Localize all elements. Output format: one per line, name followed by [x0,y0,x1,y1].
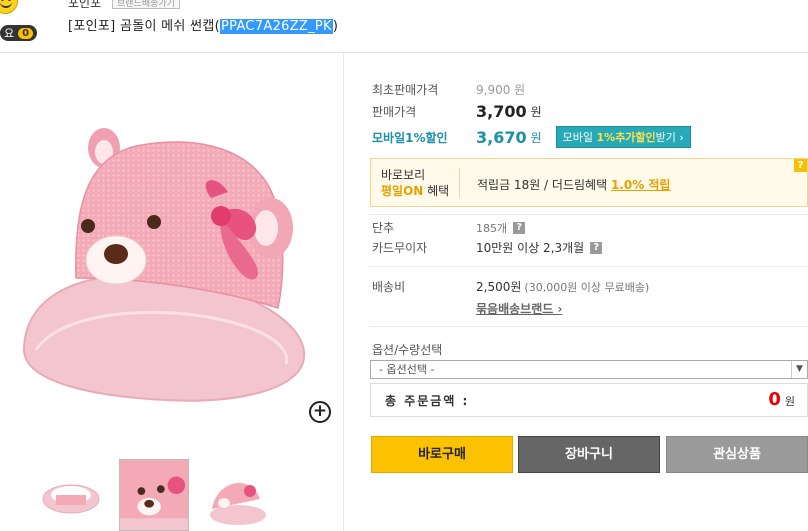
smile-icon [0,0,18,14]
unit-row: 단추 185개 ? [372,219,526,236]
shipping-label: 배송비 [372,280,406,294]
benefit-line2: 혜택 [423,184,450,198]
total-amount-box: 총 주문금액 : 0원 [370,383,808,417]
wishlist-button[interactable]: 관심상품 [666,436,808,473]
zoom-in-icon[interactable]: + [309,401,331,423]
shipping-value: 2,500원 [476,280,522,294]
unit-value: 185개 [476,221,508,235]
total-unit: 원 [784,395,795,408]
original-price-value: 9,900 원 [476,83,526,97]
benefit-separator [459,168,460,198]
smile-eye [8,0,11,1]
product-title-prefix: [포인포] 곰돌이 메쉬 썬캡( [68,19,221,34]
column-divider [343,53,344,531]
benefit-line1: 바로보리 [381,168,426,182]
benefit-text-body: 적립금 18원 / 더드림혜택 [477,178,611,192]
section-divider [370,266,808,267]
thumbnail-2[interactable] [119,459,189,531]
mobile-price-value: 3,670 [476,127,527,147]
card-label: 카드무이자 [372,241,428,255]
original-price-label: 최초판매가격 [372,83,439,97]
smile-mouth [0,2,12,8]
seller-brand-button[interactable]: 브랜드배송가기 [112,0,180,9]
like-badge[interactable]: 요 0 [0,25,38,41]
shipping-note: (30,000원 이상 무료배송) [524,280,650,294]
thumbnail-1[interactable] [36,459,106,531]
smile-eye [1,0,4,1]
thumbnail-list [36,459,272,531]
mobile-btn-highlight: 1%추가할인 [596,131,656,144]
add-to-cart-button[interactable]: 장바구니 [518,436,660,473]
mobile-price-row: 모바일1%할인 3,670 원 모바일 1%추가할인받기 › [372,126,691,148]
section-divider [370,214,808,215]
unit-help-icon[interactable]: ? [513,221,526,234]
product-main-image[interactable] [16,118,312,408]
like-label: 요 [4,27,15,40]
original-price-row: 최초판매가격 9,900 원 [372,81,525,98]
benefit-title: 바로보리 평일ON 혜택 [381,167,449,199]
seller-name[interactable]: 포인포 [68,0,101,11]
header-divider [0,52,808,53]
benefit-on-label: 평일ON [381,184,424,198]
total-label: 총 주문금액 : [385,394,470,408]
thumbnail-3[interactable] [202,459,272,531]
option-select[interactable]: - 옵션선택 - ▼ [370,360,808,379]
card-help-icon[interactable]: ? [590,241,603,254]
card-value: 10만원 이상 2,3개월 [476,241,585,255]
section-divider [370,326,808,327]
mobile-btn-suffix: 받기 › [655,131,684,144]
bundle-shipping-link[interactable]: 묶음배송브랜드 › [476,300,562,317]
help-icon[interactable]: ? [794,159,807,172]
chevron-down-icon[interactable]: ▼ [791,361,807,378]
sale-price-value: 3,700 [476,102,527,121]
like-count: 0 [18,27,34,39]
benefit-reward-link[interactable]: 1.0% 적립 [611,178,671,192]
mobile-discount-label: 모바일1%할인 [372,130,448,145]
total-value: 0원 [768,389,795,410]
sale-price-row: 판매가격 3,700 원 [372,102,542,121]
buy-now-button[interactable]: 바로구매 [371,436,513,473]
card-row: 카드무이자 10만원 이상 2,3개월 ? [372,239,603,256]
total-amount: 0 [768,389,781,410]
product-title-suffix: ) [332,19,339,34]
mobile-btn-prefix: 모바일 [562,131,597,144]
benefit-text: 적립금 18원 / 더드림혜택 1.0% 적립 [477,176,670,193]
unit-label: 단추 [372,221,395,235]
mobile-price-unit: 원 [530,130,542,145]
sale-price-unit: 원 [530,105,542,119]
product-title: [포인포] 곰돌이 메쉬 썬캡(PPAC7A26ZZ_PK) [68,15,338,34]
product-code: PPAC7A26ZZ_PK [220,19,333,34]
shipping-row: 배송비 2,500원 (30,000원 이상 무료배송) [372,278,649,295]
mobile-discount-button[interactable]: 모바일 1%추가할인받기 › [555,126,691,148]
option-label: 옵션/수량선택 [372,343,443,357]
option-select-value: - 옵션선택 - [379,363,435,376]
sale-price-label: 판매가격 [372,105,417,119]
benefit-box: ? 바로보리 평일ON 혜택 적립금 18원 / 더드림혜택 1.0% 적립 [370,158,808,207]
